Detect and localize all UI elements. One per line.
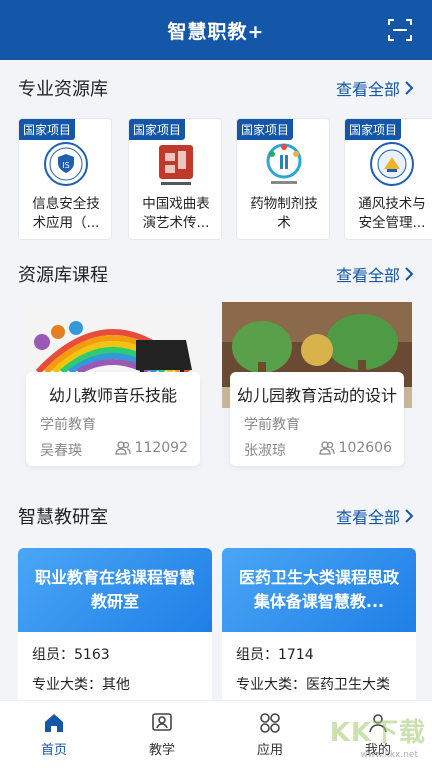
chevron-right-icon [405,81,414,95]
course-info-panel: 幼儿园教育活动的设计 学前教育 张淑琼 102606 [230,372,404,466]
view-all-label: 查看全部 [335,508,400,527]
resource-lib-header: 专业资源库 查看全部 [0,68,432,108]
course-views: 102606 [318,440,392,456]
lab-members: 组员：1714 [236,647,314,663]
lab-major: 专业大类：其他 [32,677,130,693]
users-icon [114,441,131,455]
nav-home[interactable]: 首页 [0,701,108,768]
watermark-url: www.kkx.net [360,750,419,760]
lab-title: 职业教育在线课程智慧教研室 [34,568,195,611]
app-title: 智慧职教+ [167,20,265,43]
users-icon [318,441,335,455]
resource-name: 信息安全技术应用（... [32,196,100,231]
view-all-labs-link[interactable]: 查看全部 [336,504,414,528]
scan-icon [388,19,412,41]
nav-apps[interactable]: 应用 [216,701,324,768]
section-title: 专业资源库 [18,79,108,100]
nav-label: 应用 [256,743,283,758]
resource-name: 通风技术与安全管理... [358,196,426,231]
lab-card[interactable]: 职业教育在线课程智慧教研室 组员：5163 专业大类：其他 [18,548,212,708]
view-all-courses-link[interactable]: 查看全部 [336,262,414,286]
resource-card[interactable]: 国家项目 药物制剂技术 [236,118,330,240]
chevron-right-icon [405,509,414,523]
scan-button[interactable] [386,16,414,44]
resource-card[interactable]: 国家项目 中国戏曲表演艺术传... [128,118,222,240]
project-tag: 国家项目 [345,119,402,140]
resource-card[interactable]: 国家项目 通风技术与安全管理... [344,118,432,240]
resource-name: 药物制剂技术 [250,196,318,231]
course-info-panel: 幼儿教师音乐技能 学前教育 吴春瑛 112092 [26,372,200,466]
view-count: 112092 [134,440,188,456]
courses-header: 资源库课程 查看全部 [0,254,432,294]
lab-major: 专业大类：医药卫生大类 [236,677,390,693]
course-category: 学前教育 [244,417,300,433]
view-count: 102606 [338,440,392,456]
course-category: 学前教育 [40,417,96,433]
lab-banner: 职业教育在线课程智慧教研室 [18,548,212,632]
resource-card[interactable]: 国家项目 IS 信息安全技术应用（... [18,118,112,240]
lab-members: 组员：5163 [32,647,110,663]
section-title: 资源库课程 [18,265,108,286]
view-all-resources-link[interactable]: 查看全部 [336,76,414,100]
lab-title: 医药卫生大类课程思政集体备课智慧教... [238,568,399,611]
app-header: 智慧职教+ [0,0,432,60]
section-title: 智慧教研室 [18,507,108,528]
course-title: 幼儿教师音乐技能 [48,386,177,405]
resource-carousel[interactable]: 国家项目 IS 信息安全技术应用（... 国家项目 中国戏曲表演艺术传... 国… [0,118,432,242]
lab-card[interactable]: 医药卫生大类课程思政集体备课智慧教... 组员：1714 专业大类：医药卫生大类 [222,548,416,708]
teaching-icon [152,713,172,731]
labs-header: 智慧教研室 查看全部 [0,496,432,536]
apps-icon [260,713,280,733]
course-teacher: 吴春瑛 [40,443,82,459]
course-card[interactable]: 幼儿教师音乐技能 学前教育 吴春瑛 112092 [18,302,208,466]
project-tag: 国家项目 [237,119,294,140]
shield-seal-icon: IS [44,142,88,186]
lab-banner: 医药卫生大类课程思政集体备课智慧教... [222,548,416,632]
nav-teaching[interactable]: 教学 [108,701,216,768]
watermark-logo: KK下载 [329,718,426,748]
red-stamp-icon [159,145,193,185]
school-seal-icon [370,142,414,186]
project-tag: 国家项目 [19,119,76,140]
chevron-right-icon [405,267,414,281]
course-teacher: 张淑琼 [244,443,286,459]
nav-label: 教学 [148,743,175,758]
project-tag: 国家项目 [129,119,186,140]
course-title: 幼儿园教育活动的设计 [236,386,397,405]
course-card[interactable]: 幼儿园教育活动的设计 学前教育 张淑琼 102606 [222,302,412,466]
svg-text:IS: IS [62,161,69,170]
view-all-label: 查看全部 [335,80,400,99]
pharmacy-logo-icon [266,143,302,184]
home-icon [45,714,63,732]
course-views: 112092 [114,440,188,456]
view-all-label: 查看全部 [335,266,400,285]
resource-name: 中国戏曲表演艺术传... [142,196,210,231]
nav-label: 首页 [40,743,67,758]
